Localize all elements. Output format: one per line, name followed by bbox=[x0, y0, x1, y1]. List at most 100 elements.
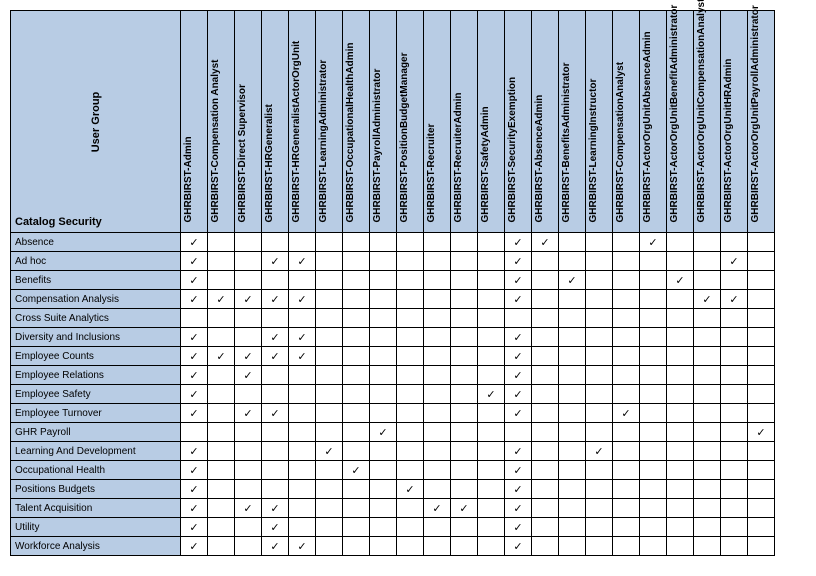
row-header: Employee Safety bbox=[11, 385, 181, 404]
check-icon: ✓ bbox=[513, 389, 522, 401]
cell bbox=[289, 461, 316, 480]
cell bbox=[289, 385, 316, 404]
column-header: GHRBIRST-CompensationAnalyst bbox=[613, 11, 640, 233]
cell bbox=[532, 271, 559, 290]
cell bbox=[343, 423, 370, 442]
cell: ✓ bbox=[505, 347, 532, 366]
row-header: Workforce Analysis bbox=[11, 537, 181, 556]
cell bbox=[667, 442, 694, 461]
row-header: Absence bbox=[11, 233, 181, 252]
cell bbox=[235, 271, 262, 290]
cell bbox=[397, 290, 424, 309]
cell bbox=[397, 309, 424, 328]
cell bbox=[370, 518, 397, 537]
check-icon: ✓ bbox=[189, 332, 198, 344]
column-header-label: GHRBIRST-ActorOrgUnitBenefitAdministrato… bbox=[669, 5, 680, 223]
cell: ✓ bbox=[262, 347, 289, 366]
cell bbox=[397, 252, 424, 271]
cell bbox=[370, 442, 397, 461]
cell bbox=[289, 271, 316, 290]
cell bbox=[316, 347, 343, 366]
cell bbox=[640, 423, 667, 442]
check-icon: ✓ bbox=[513, 408, 522, 420]
column-header: GHRBIRST-PayrollAdministrator bbox=[370, 11, 397, 233]
cell bbox=[613, 366, 640, 385]
column-header: GHRBIRST-HRGeneralist bbox=[262, 11, 289, 233]
cell: ✓ bbox=[316, 442, 343, 461]
cell bbox=[451, 480, 478, 499]
cell bbox=[397, 537, 424, 556]
cell: ✓ bbox=[181, 518, 208, 537]
check-icon: ✓ bbox=[297, 294, 306, 306]
cell: ✓ bbox=[505, 537, 532, 556]
column-header: GHRBIRST-LearningAdministrator bbox=[316, 11, 343, 233]
cell bbox=[721, 271, 748, 290]
check-icon: ✓ bbox=[297, 351, 306, 363]
cell bbox=[532, 290, 559, 309]
cell bbox=[370, 271, 397, 290]
cell bbox=[478, 366, 505, 385]
cell bbox=[586, 461, 613, 480]
cell bbox=[532, 442, 559, 461]
cell: ✓ bbox=[694, 290, 721, 309]
cell bbox=[586, 423, 613, 442]
cell bbox=[424, 480, 451, 499]
cell: ✓ bbox=[262, 290, 289, 309]
cell bbox=[694, 404, 721, 423]
cell: ✓ bbox=[343, 461, 370, 480]
cell bbox=[748, 252, 775, 271]
cell bbox=[370, 480, 397, 499]
check-icon: ✓ bbox=[189, 522, 198, 534]
cell bbox=[316, 271, 343, 290]
check-icon: ✓ bbox=[297, 332, 306, 344]
check-icon: ✓ bbox=[513, 351, 522, 363]
cell bbox=[451, 423, 478, 442]
table-row: Employee Turnover✓✓✓✓✓ bbox=[11, 404, 775, 423]
cell bbox=[586, 366, 613, 385]
row-header: Learning And Development bbox=[11, 442, 181, 461]
cell: ✓ bbox=[424, 499, 451, 518]
cell bbox=[586, 309, 613, 328]
cell: ✓ bbox=[586, 442, 613, 461]
check-icon: ✓ bbox=[513, 237, 522, 249]
cell bbox=[640, 347, 667, 366]
table-row: Utility✓✓✓ bbox=[11, 518, 775, 537]
cell bbox=[748, 271, 775, 290]
cell bbox=[424, 309, 451, 328]
cell bbox=[559, 442, 586, 461]
cell bbox=[532, 423, 559, 442]
cell bbox=[667, 404, 694, 423]
column-header: GHRBIRST-ActorOrgUnitAbsenceAdmin bbox=[640, 11, 667, 233]
cell bbox=[451, 537, 478, 556]
cell bbox=[370, 404, 397, 423]
cell bbox=[343, 233, 370, 252]
cell bbox=[694, 233, 721, 252]
column-header-label: GHRBIRST-PayrollAdministrator bbox=[372, 69, 383, 223]
cell: ✓ bbox=[181, 537, 208, 556]
cell bbox=[640, 328, 667, 347]
check-icon: ✓ bbox=[567, 275, 576, 287]
cell bbox=[613, 537, 640, 556]
cell bbox=[208, 423, 235, 442]
cell bbox=[694, 347, 721, 366]
table-row: Employee Relations✓✓✓ bbox=[11, 366, 775, 385]
cell bbox=[559, 252, 586, 271]
cell bbox=[640, 537, 667, 556]
row-header: Benefits bbox=[11, 271, 181, 290]
cell bbox=[532, 252, 559, 271]
cell: ✓ bbox=[289, 328, 316, 347]
cell bbox=[694, 442, 721, 461]
cell: ✓ bbox=[235, 499, 262, 518]
cell bbox=[235, 309, 262, 328]
cell bbox=[721, 423, 748, 442]
cell bbox=[343, 252, 370, 271]
check-icon: ✓ bbox=[513, 332, 522, 344]
cell bbox=[343, 347, 370, 366]
check-icon: ✓ bbox=[459, 503, 468, 515]
check-icon: ✓ bbox=[189, 408, 198, 420]
check-icon: ✓ bbox=[243, 351, 252, 363]
cell bbox=[721, 366, 748, 385]
cell: ✓ bbox=[721, 290, 748, 309]
cell bbox=[289, 518, 316, 537]
cell bbox=[640, 271, 667, 290]
